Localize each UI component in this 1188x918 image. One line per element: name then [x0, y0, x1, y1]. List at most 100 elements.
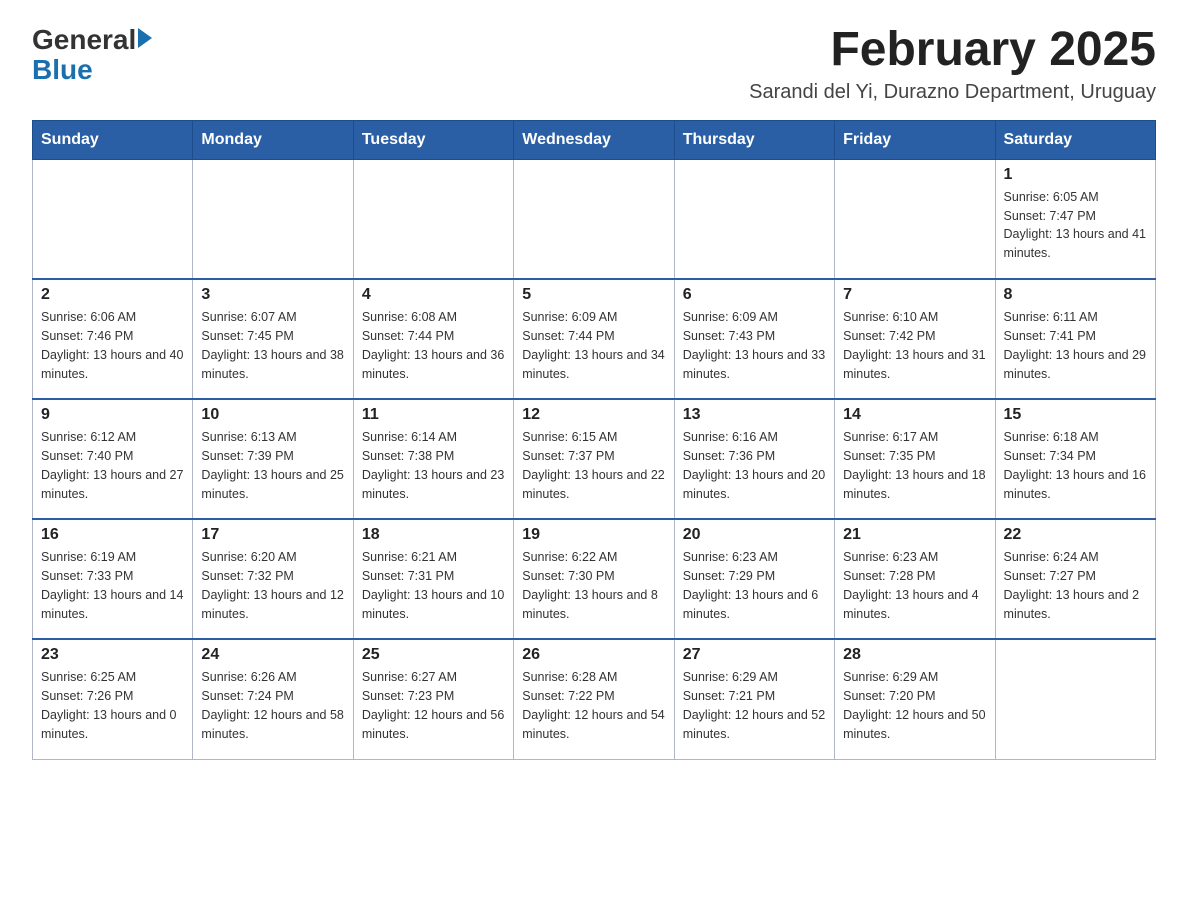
day-number: 10: [201, 406, 344, 424]
calendar-week-row: 2Sunrise: 6:06 AMSunset: 7:46 PMDaylight…: [33, 279, 1156, 399]
day-info-text: Sunset: 7:22 PM: [522, 687, 665, 706]
calendar-cell: 10Sunrise: 6:13 AMSunset: 7:39 PMDayligh…: [193, 399, 353, 519]
calendar-week-row: 23Sunrise: 6:25 AMSunset: 7:26 PMDayligh…: [33, 639, 1156, 759]
day-info-text: Sunrise: 6:18 AM: [1004, 428, 1147, 447]
day-info-text: Daylight: 12 hours and 54 minutes.: [522, 706, 665, 744]
day-number: 19: [522, 526, 665, 544]
day-number: 4: [362, 286, 505, 304]
day-info-text: Daylight: 13 hours and 36 minutes.: [362, 346, 505, 384]
calendar-cell: 20Sunrise: 6:23 AMSunset: 7:29 PMDayligh…: [674, 519, 834, 639]
calendar-cell: 9Sunrise: 6:12 AMSunset: 7:40 PMDaylight…: [33, 399, 193, 519]
day-info-text: Sunset: 7:30 PM: [522, 567, 665, 586]
day-info-text: Sunset: 7:32 PM: [201, 567, 344, 586]
day-info-text: Sunset: 7:44 PM: [522, 327, 665, 346]
calendar-week-row: 1Sunrise: 6:05 AMSunset: 7:47 PMDaylight…: [33, 159, 1156, 279]
day-info-text: Daylight: 13 hours and 22 minutes.: [522, 466, 665, 504]
day-info-text: Sunrise: 6:12 AM: [41, 428, 184, 447]
day-info-text: Daylight: 13 hours and 33 minutes.: [683, 346, 826, 384]
day-info-text: Sunrise: 6:13 AM: [201, 428, 344, 447]
calendar-cell: 3Sunrise: 6:07 AMSunset: 7:45 PMDaylight…: [193, 279, 353, 399]
day-info-text: Sunrise: 6:27 AM: [362, 668, 505, 687]
day-info-text: Sunset: 7:45 PM: [201, 327, 344, 346]
day-info-text: Sunset: 7:40 PM: [41, 447, 184, 466]
day-info-text: Sunrise: 6:29 AM: [683, 668, 826, 687]
location-subtitle: Sarandi del Yi, Durazno Department, Urug…: [749, 81, 1156, 104]
calendar-cell: 18Sunrise: 6:21 AMSunset: 7:31 PMDayligh…: [353, 519, 513, 639]
calendar-cell: 25Sunrise: 6:27 AMSunset: 7:23 PMDayligh…: [353, 639, 513, 759]
calendar-cell: 13Sunrise: 6:16 AMSunset: 7:36 PMDayligh…: [674, 399, 834, 519]
day-info-text: Sunrise: 6:11 AM: [1004, 308, 1147, 327]
calendar-cell: 7Sunrise: 6:10 AMSunset: 7:42 PMDaylight…: [835, 279, 995, 399]
day-header-wednesday: Wednesday: [514, 120, 674, 159]
calendar-week-row: 9Sunrise: 6:12 AMSunset: 7:40 PMDaylight…: [33, 399, 1156, 519]
day-info-text: Sunset: 7:24 PM: [201, 687, 344, 706]
page-header: General Blue February 2025 Sarandi del Y…: [32, 24, 1156, 104]
calendar-cell: [33, 159, 193, 279]
day-number: 21: [843, 526, 986, 544]
day-info-text: Sunrise: 6:22 AM: [522, 548, 665, 567]
day-info-text: Sunset: 7:39 PM: [201, 447, 344, 466]
calendar-cell: [995, 639, 1155, 759]
calendar-cell: 17Sunrise: 6:20 AMSunset: 7:32 PMDayligh…: [193, 519, 353, 639]
day-header-friday: Friday: [835, 120, 995, 159]
day-info-text: Sunset: 7:26 PM: [41, 687, 184, 706]
day-info-text: Sunset: 7:27 PM: [1004, 567, 1147, 586]
day-info-text: Daylight: 13 hours and 20 minutes.: [683, 466, 826, 504]
day-number: 23: [41, 646, 184, 664]
day-info-text: Daylight: 13 hours and 41 minutes.: [1004, 225, 1147, 263]
day-info-text: Sunrise: 6:23 AM: [683, 548, 826, 567]
calendar-cell: 22Sunrise: 6:24 AMSunset: 7:27 PMDayligh…: [995, 519, 1155, 639]
day-info-text: Sunrise: 6:21 AM: [362, 548, 505, 567]
day-info-text: Sunrise: 6:16 AM: [683, 428, 826, 447]
day-info-text: Sunset: 7:20 PM: [843, 687, 986, 706]
day-number: 13: [683, 406, 826, 424]
day-info-text: Sunset: 7:41 PM: [1004, 327, 1147, 346]
day-info-text: Sunrise: 6:08 AM: [362, 308, 505, 327]
day-info-text: Sunset: 7:43 PM: [683, 327, 826, 346]
day-info-text: Sunrise: 6:05 AM: [1004, 188, 1147, 207]
calendar-cell: 5Sunrise: 6:09 AMSunset: 7:44 PMDaylight…: [514, 279, 674, 399]
day-number: 1: [1004, 166, 1147, 184]
day-number: 25: [362, 646, 505, 664]
day-info-text: Daylight: 13 hours and 0 minutes.: [41, 706, 184, 744]
day-number: 28: [843, 646, 986, 664]
day-info-text: Sunrise: 6:14 AM: [362, 428, 505, 447]
day-number: 22: [1004, 526, 1147, 544]
day-info-text: Sunrise: 6:10 AM: [843, 308, 986, 327]
day-info-text: Sunset: 7:33 PM: [41, 567, 184, 586]
day-info-text: Daylight: 12 hours and 56 minutes.: [362, 706, 505, 744]
calendar-cell: 2Sunrise: 6:06 AMSunset: 7:46 PMDaylight…: [33, 279, 193, 399]
day-number: 15: [1004, 406, 1147, 424]
day-number: 2: [41, 286, 184, 304]
calendar-cell: 27 Sunrise: 6:29 AMSunset: 7:21 PMDayligh…: [674, 639, 834, 759]
day-info-text: Sunrise: 6:25 AM: [41, 668, 184, 687]
day-info-text: Daylight: 13 hours and 34 minutes.: [522, 346, 665, 384]
day-number: 20: [683, 526, 826, 544]
day-info-text: Daylight: 12 hours and 50 minutes.: [843, 706, 986, 744]
calendar-cell: 6Sunrise: 6:09 AMSunset: 7:43 PMDaylight…: [674, 279, 834, 399]
day-info-text: Sunset: 7:31 PM: [362, 567, 505, 586]
day-header-tuesday: Tuesday: [353, 120, 513, 159]
day-info-text: Sunset: 7:21 PM: [683, 687, 826, 706]
day-info-text: Daylight: 13 hours and 29 minutes.: [1004, 346, 1147, 384]
day-info-text: Daylight: 13 hours and 40 minutes.: [41, 346, 184, 384]
day-number: 14: [843, 406, 986, 424]
day-info-text: Sunrise: 6:07 AM: [201, 308, 344, 327]
calendar-cell: 26Sunrise: 6:28 AMSunset: 7:22 PMDayligh…: [514, 639, 674, 759]
calendar-cell: 14Sunrise: 6:17 AMSunset: 7:35 PMDayligh…: [835, 399, 995, 519]
day-number: 26: [522, 646, 665, 664]
day-number: 24: [201, 646, 344, 664]
day-header-monday: Monday: [193, 120, 353, 159]
day-info-text: Daylight: 13 hours and 16 minutes.: [1004, 466, 1147, 504]
day-number: 18: [362, 526, 505, 544]
calendar-cell: [674, 159, 834, 279]
day-number: 27: [683, 646, 826, 664]
day-info-text: Daylight: 12 hours and 52 minutes.: [683, 706, 826, 744]
day-info-text: Sunrise: 6:23 AM: [843, 548, 986, 567]
day-info-text: Sunrise: 6:19 AM: [41, 548, 184, 567]
day-info-text: Sunrise: 6:06 AM: [41, 308, 184, 327]
day-number: 5: [522, 286, 665, 304]
day-info-text: Sunset: 7:44 PM: [362, 327, 505, 346]
day-number: 7: [843, 286, 986, 304]
calendar-cell: 21Sunrise: 6:23 AMSunset: 7:28 PMDayligh…: [835, 519, 995, 639]
